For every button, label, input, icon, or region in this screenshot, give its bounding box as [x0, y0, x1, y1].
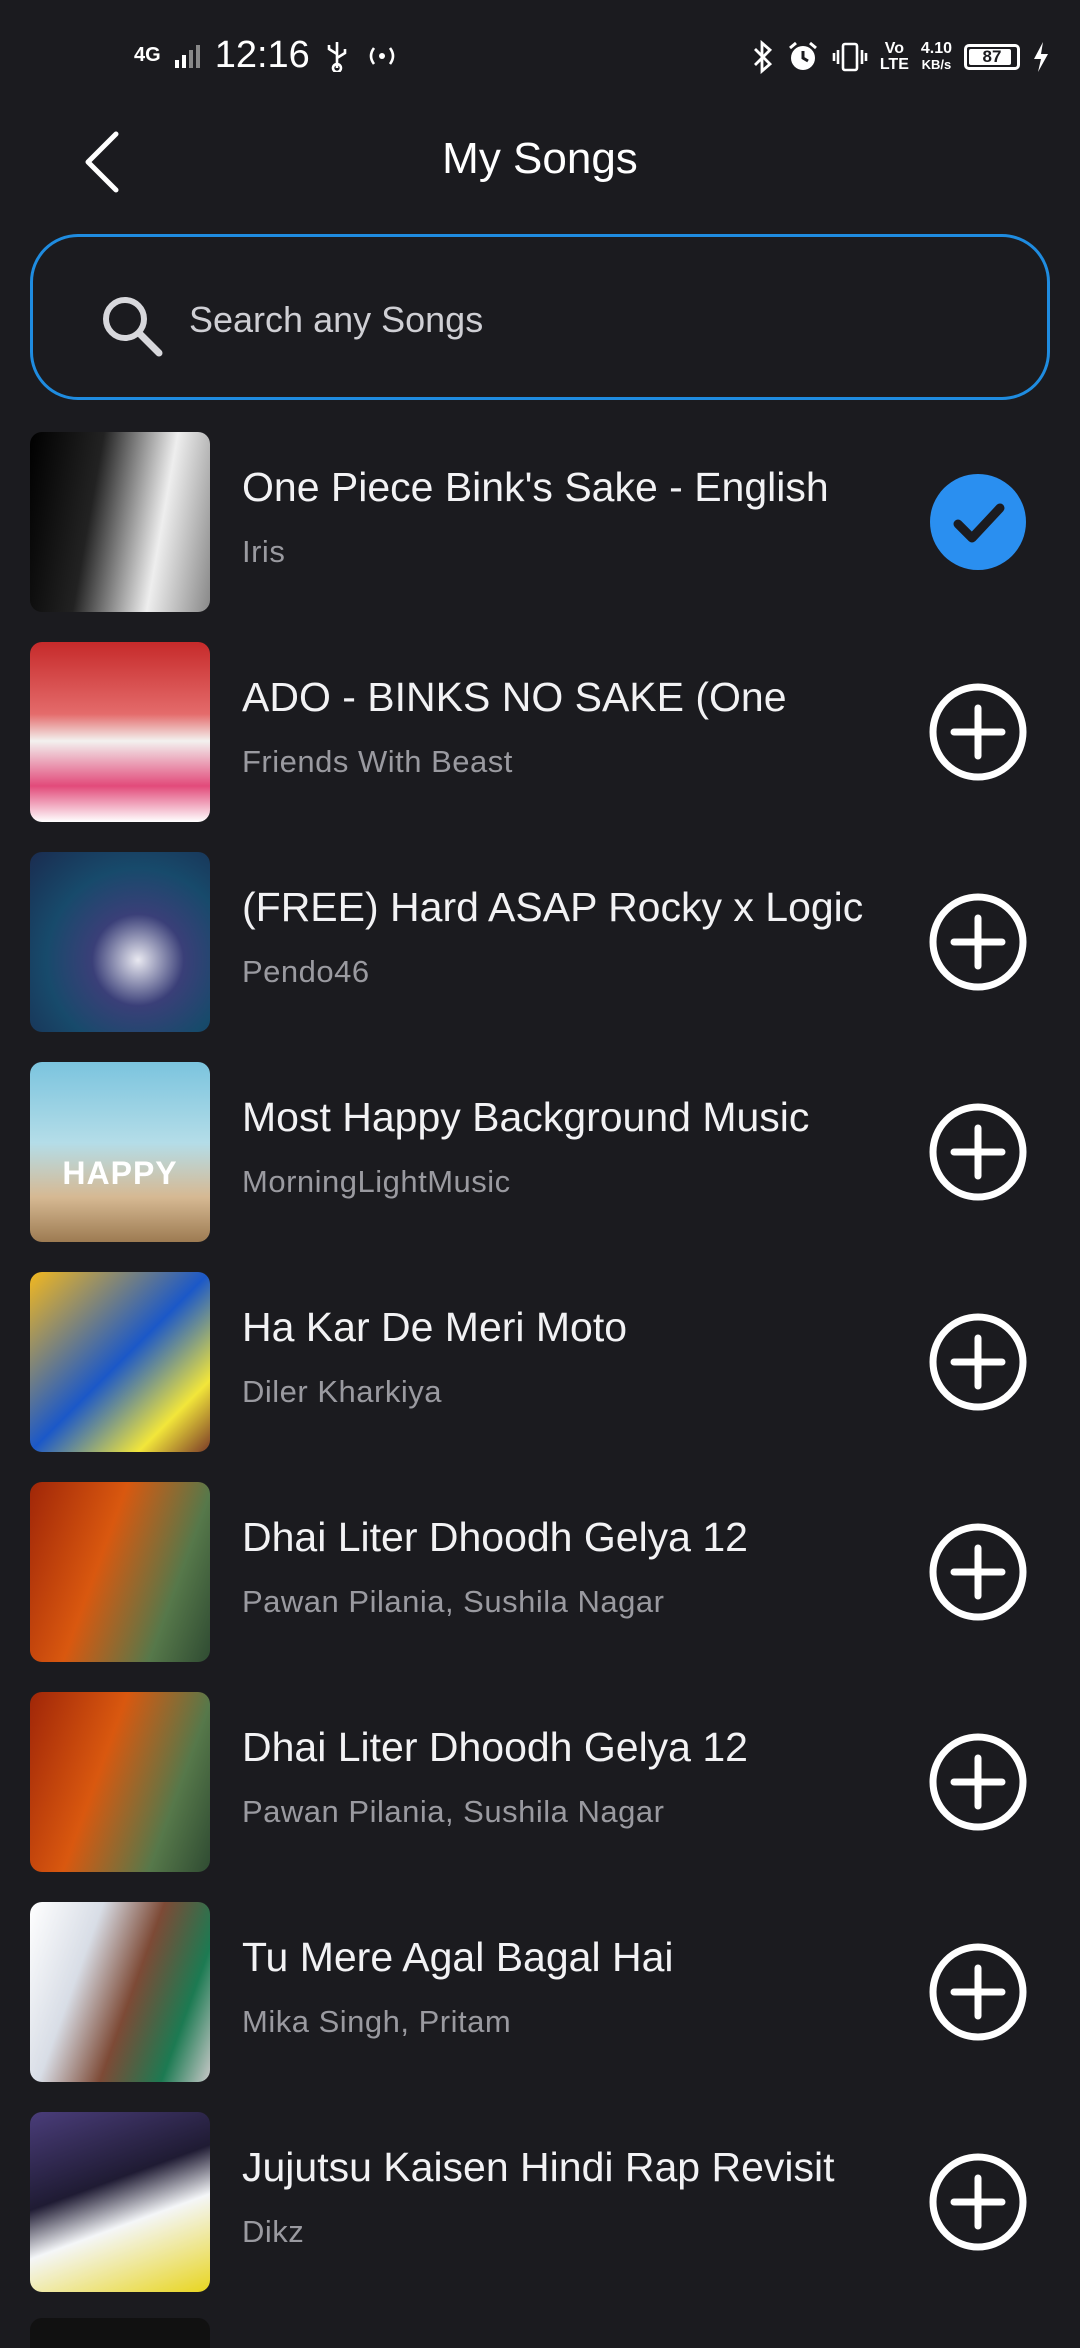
song-row[interactable]: ADO - BINKS NO SAKE (One Friends With Be… — [0, 640, 1080, 850]
song-title: One Piece Bink's Sake - English — [242, 464, 829, 510]
volte-indicator: Vo LTE — [879, 40, 909, 73]
song-thumbnail — [30, 2112, 210, 2292]
song-thumbnail: HAPPY — [30, 1062, 210, 1242]
song-artist: Diler Kharkiya — [242, 1374, 442, 1409]
song-thumbnail — [30, 1272, 210, 1452]
song-row[interactable]: Dhai Liter Dhoodh Gelya 12 Pawan Pilania… — [0, 1690, 1080, 1900]
add-song-icon[interactable] — [928, 682, 1028, 782]
hotspot-icon — [369, 46, 395, 65]
selected-check-icon[interactable] — [928, 472, 1028, 572]
song-title: Jujutsu Kaisen Hindi Rap Revisit — [242, 2144, 835, 2190]
alarm-icon — [788, 41, 817, 70]
add-song-icon[interactable] — [928, 1942, 1028, 2042]
usb-icon — [327, 41, 347, 72]
song-title: Ha Kar De Meri Moto — [242, 1304, 628, 1350]
charging-icon — [1034, 42, 1048, 72]
song-title: ADO - BINKS NO SAKE (One — [242, 674, 787, 720]
song-thumbnail — [30, 852, 210, 1032]
song-artist: Pawan Pilania, Sushila Nagar — [242, 1584, 665, 1619]
song-title: Dhai Liter Dhoodh Gelya 12 — [242, 1514, 748, 1560]
search-input[interactable] — [189, 285, 989, 355]
status-bar: 4G 12:16 Vo LTE 4.10 KB/s 87 — [0, 0, 1080, 120]
song-row[interactable]: (FREE) Hard ASAP Rocky x Logic Pendo46 — [0, 850, 1080, 1060]
battery-indicator: 87 — [964, 44, 1020, 70]
add-song-icon[interactable] — [928, 2152, 1028, 2252]
song-artist: Pendo46 — [242, 954, 370, 989]
header: My Songs — [0, 120, 1080, 204]
song-thumbnail — [30, 1902, 210, 2082]
add-song-icon[interactable] — [928, 892, 1028, 992]
song-row[interactable]: Jujutsu Kaisen Hindi Rap Revisit Dikz — [0, 2110, 1080, 2320]
signal-icon — [174, 44, 200, 68]
song-title: Most Happy Background Music — [242, 1094, 810, 1140]
song-artist: Dikz — [242, 2214, 305, 2249]
song-row-partial — [30, 2318, 210, 2348]
song-row[interactable]: HAPPY Most Happy Background Music Mornin… — [0, 1060, 1080, 1270]
status-time: 12:16 — [214, 34, 310, 76]
song-row[interactable]: Dhai Liter Dhoodh Gelya 12 Pawan Pilania… — [0, 1480, 1080, 1690]
song-artist: Iris — [242, 534, 286, 569]
add-song-icon[interactable] — [928, 1732, 1028, 1832]
song-artist: MorningLightMusic — [242, 1164, 511, 1199]
song-thumbnail — [30, 642, 210, 822]
thumbnail-text: HAPPY — [62, 1155, 178, 1191]
song-title: Dhai Liter Dhoodh Gelya 12 — [242, 1724, 748, 1770]
song-row[interactable]: Ha Kar De Meri Moto Diler Kharkiya — [0, 1270, 1080, 1480]
vibrate-icon — [832, 42, 868, 72]
net-speed: 4.10 KB/s — [920, 40, 952, 73]
song-list: One Piece Bink's Sake - English Iris ADO… — [0, 430, 1080, 2320]
page-title: My Songs — [442, 134, 638, 183]
bluetooth-icon — [753, 40, 772, 74]
add-song-icon[interactable] — [928, 1522, 1028, 1622]
add-song-icon[interactable] — [928, 1312, 1028, 1412]
add-song-icon[interactable] — [928, 1102, 1028, 1202]
song-title: (FREE) Hard ASAP Rocky x Logic — [242, 884, 864, 930]
song-thumbnail — [30, 1482, 210, 1662]
search-bar[interactable] — [30, 234, 1050, 400]
song-thumbnail — [30, 432, 210, 612]
song-thumbnail — [30, 1692, 210, 1872]
song-row[interactable]: Tu Mere Agal Bagal Hai Mika Singh, Prita… — [0, 1900, 1080, 2110]
network-indicator: 4G — [134, 44, 161, 66]
song-row[interactable]: One Piece Bink's Sake - English Iris — [0, 430, 1080, 640]
song-title: Tu Mere Agal Bagal Hai — [242, 1934, 674, 1980]
song-artist: Mika Singh, Pritam — [242, 2004, 512, 2039]
search-icon — [103, 297, 163, 357]
song-artist: Pawan Pilania, Sushila Nagar — [242, 1794, 665, 1829]
song-artist: Friends With Beast — [242, 744, 513, 779]
